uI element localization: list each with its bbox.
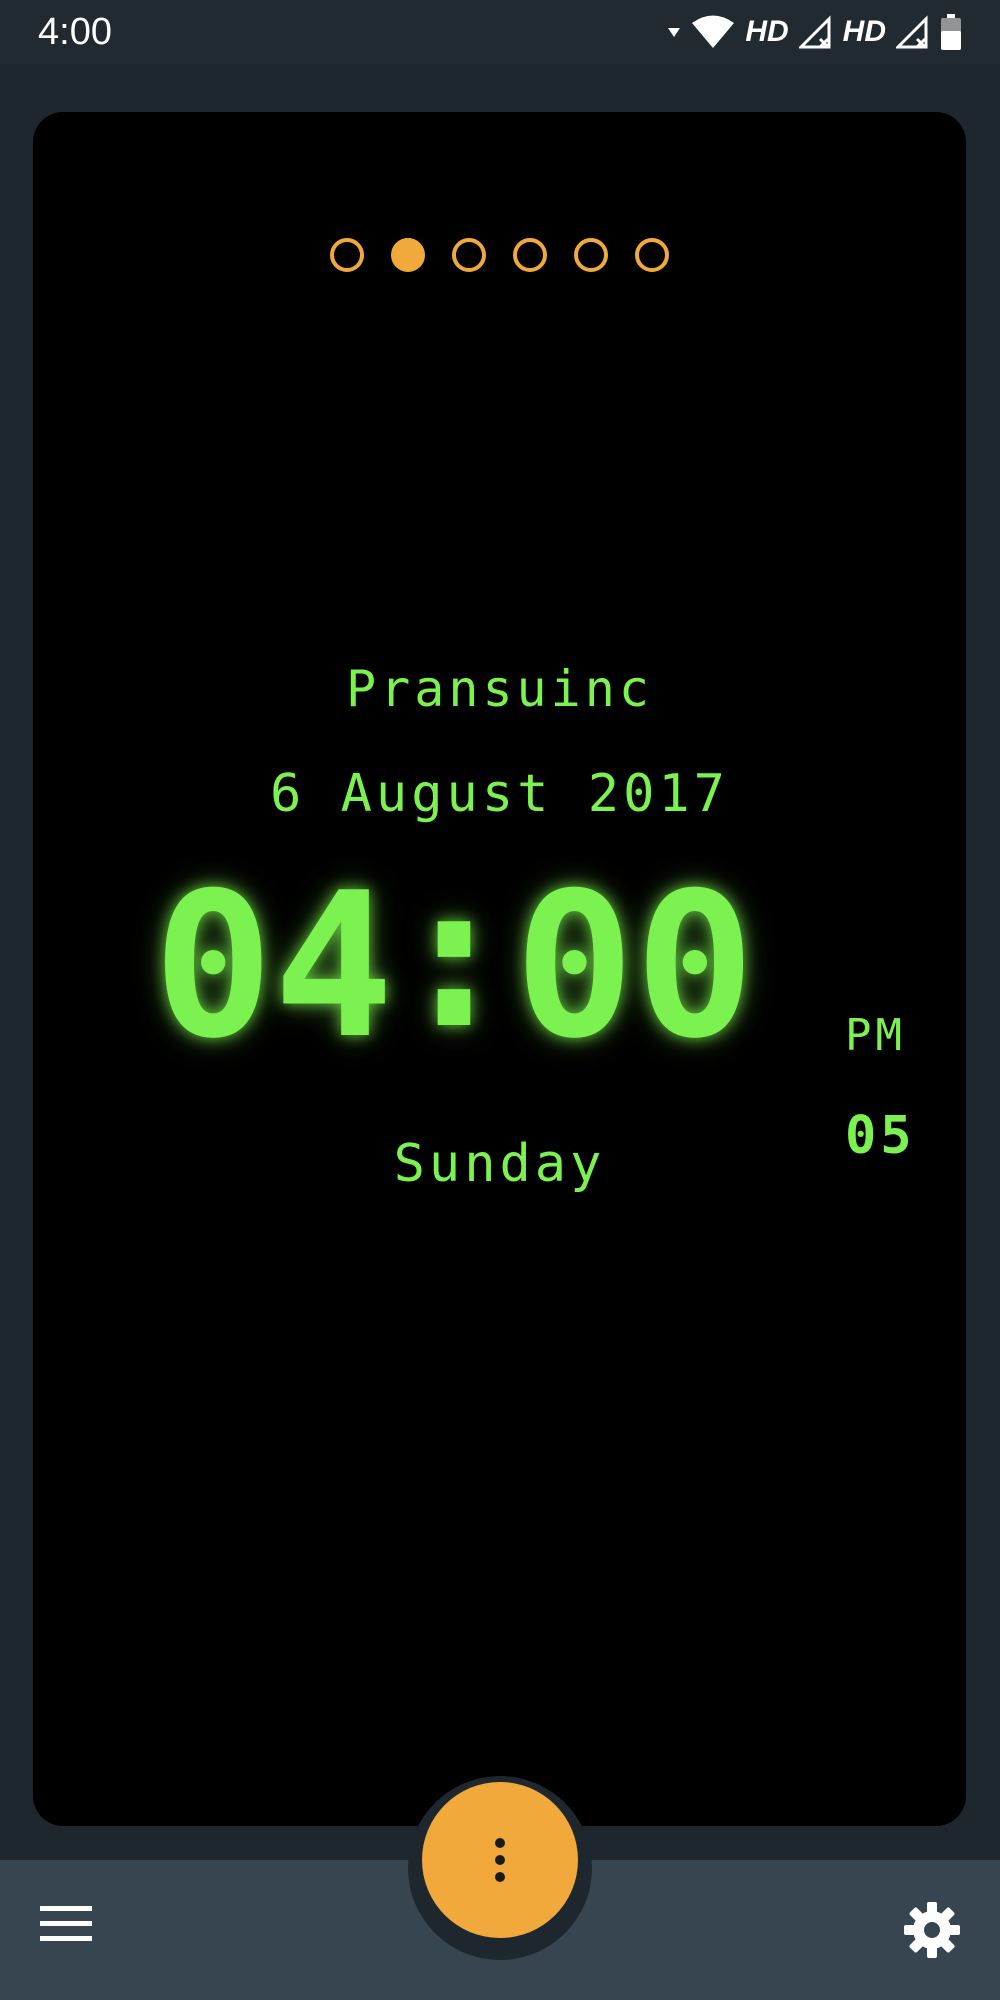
status-time: 4:00 [38, 11, 112, 53]
page-dot-active[interactable] [391, 238, 425, 272]
wifi-icon [692, 15, 735, 48]
menu-button[interactable] [40, 1904, 114, 1964]
battery-icon [941, 14, 961, 50]
clock-card[interactable]: Pransuinc 6 August 2017 04 : 00 PM 05 Su… [33, 112, 966, 1826]
date-text: 6 August 2017 [270, 764, 729, 824]
signal-icon [798, 15, 831, 49]
minutes-digits: 00 [514, 850, 756, 1083]
data-arrow-icon [668, 28, 681, 37]
page-dot[interactable] [513, 238, 547, 272]
page-dot[interactable] [574, 238, 608, 272]
signal-icon [896, 15, 928, 49]
day-of-week: Sunday [393, 1134, 606, 1194]
ampm-indicator: PM [845, 1010, 906, 1061]
more-options-fab[interactable] [422, 1782, 578, 1938]
vertical-dots-icon [495, 1838, 505, 1882]
page-indicator [33, 238, 966, 272]
network-type-label: HD [842, 15, 886, 48]
page-dot[interactable] [452, 238, 486, 272]
page-dot[interactable] [330, 238, 364, 272]
gear-icon [904, 1902, 960, 1958]
owner-name: Pransuinc [346, 660, 653, 718]
status-bar: 4:00 HD HD [0, 0, 1000, 64]
time-display: 04 : 00 [153, 842, 755, 1083]
page-dot[interactable] [635, 238, 669, 272]
hours-digits: 04 [153, 850, 394, 1083]
clock-screen: 4:00 HD HD Pransuinc 6 August 2017 04: … [0, 0, 1000, 2000]
network-type-label: HD [745, 15, 789, 48]
time-separator: : [393, 840, 515, 1073]
status-icons: HD HD [667, 10, 962, 54]
settings-button[interactable] [902, 1900, 968, 1966]
hamburger-menu-icon [40, 1906, 92, 1941]
